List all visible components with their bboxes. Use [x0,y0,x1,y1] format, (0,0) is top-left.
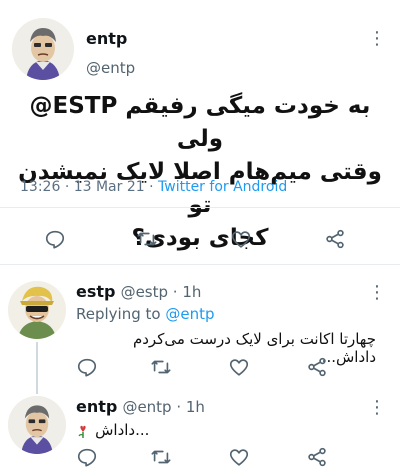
reply-icon[interactable] [76,446,98,468]
tweet-source[interactable]: Twitter for Android [158,179,287,195]
share-icon[interactable] [306,356,328,378]
avatar[interactable] [8,281,66,339]
display-name[interactable]: entp [86,29,127,48]
handle[interactable]: @estp · 1h [121,283,202,301]
action-bar [0,446,400,472]
reply-header: estp @estp · 1h [76,282,201,301]
retweet-icon[interactable] [150,356,172,378]
replying-to-label: Replying to [76,305,161,323]
action-bar [0,228,400,254]
retweet-icon[interactable] [136,228,158,250]
replying-to: Replying to @entp [76,305,215,323]
retweet-icon[interactable] [150,446,172,468]
tweet-meta: 13:26 · 13 Mar 21 · Twitter for Android [20,179,287,195]
emoji-icon [76,424,90,438]
divider [0,207,400,208]
display-name[interactable]: entp [76,397,117,416]
tweet-text-line: به خودت میگی رفیقم ESTP@ ولی [29,93,371,152]
tweet-date: · 13 Mar 21 · [64,179,154,195]
share-icon[interactable] [306,446,328,468]
reply-header: entp @entp · 1h [76,397,205,416]
share-icon[interactable] [324,228,346,250]
display-name[interactable]: estp [76,282,115,301]
heart-icon[interactable] [228,356,250,378]
reply-icon[interactable] [76,356,98,378]
reply-text: داداش... [95,421,150,439]
replying-to-link[interactable]: @entp [165,305,214,323]
reply-text-row: داداش... [76,420,149,439]
more-icon[interactable]: ⋮ [368,284,386,302]
heart-icon[interactable] [228,446,250,468]
divider [0,264,400,265]
heart-icon[interactable] [230,228,252,250]
more-icon[interactable]: ⋮ [368,30,386,48]
action-bar [0,356,400,382]
tweet-time: 13:26 [20,179,61,195]
more-icon[interactable]: ⋮ [368,399,386,417]
reply-icon[interactable] [44,228,66,250]
avatar[interactable] [12,18,74,80]
handle[interactable]: @entp [86,59,135,77]
handle[interactable]: @entp · 1h [122,398,205,416]
